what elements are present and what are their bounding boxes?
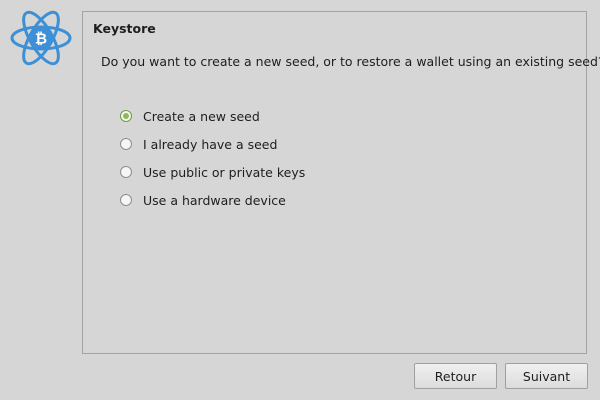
svg-text:₿: ₿ xyxy=(35,30,47,48)
seed-options-group: Create a new seed I already have a seed … xyxy=(120,102,305,214)
option-public-private-keys[interactable]: Use public or private keys xyxy=(120,158,305,186)
panel-title: Keystore xyxy=(93,21,156,36)
back-button[interactable]: Retour xyxy=(414,363,497,389)
option-label: Create a new seed xyxy=(143,108,260,124)
option-label: I already have a seed xyxy=(143,136,278,152)
electrum-logo-icon: ₿ xyxy=(9,9,73,67)
option-hardware-device[interactable]: Use a hardware device xyxy=(120,186,305,214)
wizard-window: ₿ Keystore Do you want to create a new s… xyxy=(0,0,600,400)
keystore-panel: Keystore Do you want to create a new see… xyxy=(82,11,600,354)
radio-button[interactable] xyxy=(120,166,132,178)
next-button[interactable]: Suivant xyxy=(505,363,588,389)
option-already-have-seed[interactable]: I already have a seed xyxy=(120,130,305,158)
option-label: Use public or private keys xyxy=(143,164,306,180)
radio-button[interactable] xyxy=(120,194,132,206)
option-label: Use a hardware device xyxy=(143,192,286,208)
radio-button-selected[interactable] xyxy=(120,110,132,122)
radio-button[interactable] xyxy=(120,138,132,150)
question-text: Do you want to create a new seed, or to … xyxy=(101,54,600,69)
option-create-new-seed[interactable]: Create a new seed xyxy=(120,102,305,130)
